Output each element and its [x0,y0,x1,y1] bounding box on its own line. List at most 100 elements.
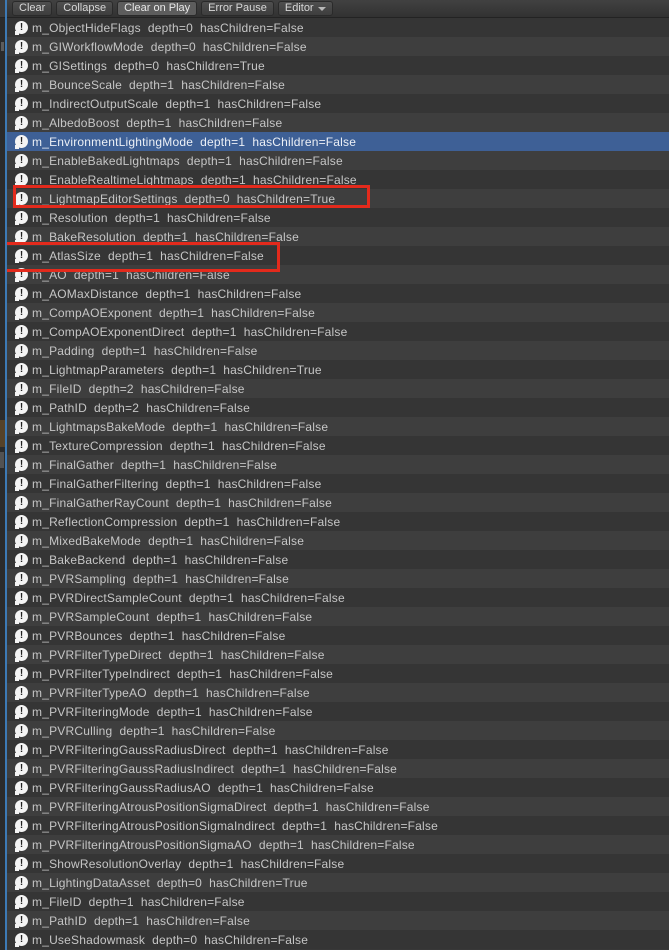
error-pause-toggle[interactable]: Error Pause [201,1,274,16]
log-row-text: m_PVRFilterTypeAO depth=1 hasChildren=Fa… [32,685,310,700]
log-row[interactable]: m_UseShadowmask depth=0 hasChildren=Fals… [7,930,669,949]
log-row-text: m_PVRFilteringAtrousPositionSigmaDirect … [32,799,430,814]
info-log-icon [15,496,28,510]
log-row[interactable]: m_PVRFilteringMode depth=1 hasChildren=F… [7,702,669,721]
log-row[interactable]: m_ReflectionCompression depth=1 hasChild… [7,512,669,531]
info-log-icon [15,382,28,396]
log-row-text: m_TextureCompression depth=1 hasChildren… [32,438,326,453]
clear-button[interactable]: Clear [12,1,53,16]
log-row[interactable]: m_IndirectOutputScale depth=1 hasChildre… [7,94,669,113]
info-log-icon [15,610,28,624]
info-log-icon [15,78,28,92]
log-row[interactable]: m_BounceScale depth=1 hasChildren=False [7,75,669,94]
info-log-icon [15,211,28,225]
info-log-icon [15,458,28,472]
log-row[interactable]: m_PVRFilteringAtrousPositionSigmaIndirec… [7,816,669,835]
log-row[interactable]: m_FileID depth=2 hasChildren=False [7,379,669,398]
log-row[interactable]: m_PVRFilteringGaussRadiusDirect depth=1 … [7,740,669,759]
log-row[interactable]: m_PVRFilteringGaussRadiusIndirect depth=… [7,759,669,778]
log-row[interactable]: m_PVRFilteringGaussRadiusAO depth=1 hasC… [7,778,669,797]
log-row[interactable]: m_EnvironmentLightingMode depth=1 hasChi… [7,132,669,151]
collapse-toggle[interactable]: Collapse [56,1,114,16]
info-log-icon [15,439,28,453]
log-row[interactable]: m_TextureCompression depth=1 hasChildren… [7,436,669,455]
log-row[interactable]: m_ShowResolutionOverlay depth=1 hasChild… [7,854,669,873]
log-row[interactable]: m_ObjectHideFlags depth=0 hasChildren=Fa… [7,18,669,37]
log-row-text: m_FinalGatherRayCount depth=1 hasChildre… [32,495,332,510]
info-log-icon [15,477,28,491]
log-row[interactable]: m_MixedBakeMode depth=1 hasChildren=Fals… [7,531,669,550]
log-row[interactable]: m_CompAOExponent depth=1 hasChildren=Fal… [7,303,669,322]
log-row-text: m_PVRFilteringAtrousPositionSigmaAO dept… [32,837,415,852]
log-row[interactable]: m_PVRFilterTypeAO depth=1 hasChildren=Fa… [7,683,669,702]
log-row-text: m_FinalGatherFiltering depth=1 hasChildr… [32,476,322,491]
log-row[interactable]: m_PVRDirectSampleCount depth=1 hasChildr… [7,588,669,607]
log-row[interactable]: m_EnableBakedLightmaps depth=1 hasChildr… [7,151,669,170]
info-log-icon [15,553,28,567]
log-row[interactable]: m_PVRSampleCount depth=1 hasChildren=Fal… [7,607,669,626]
log-row-text: m_GIWorkflowMode depth=0 hasChildren=Fal… [32,39,307,54]
panel-divider[interactable] [5,0,7,950]
log-row[interactable]: m_PVRCulling depth=1 hasChildren=False [7,721,669,740]
log-row-text: m_ObjectHideFlags depth=0 hasChildren=Fa… [32,20,304,35]
info-log-icon [15,97,28,111]
info-log-icon [15,762,28,776]
info-log-icon [15,743,28,757]
log-row-text: m_ReflectionCompression depth=1 hasChild… [32,514,341,529]
log-row-text: m_PVRFilteringAtrousPositionSigmaIndirec… [32,818,438,833]
info-log-icon [15,287,28,301]
info-log-icon [15,838,28,852]
log-row[interactable]: m_PVRFilterTypeIndirect depth=1 hasChild… [7,664,669,683]
log-row[interactable]: m_FinalGather depth=1 hasChildren=False [7,455,669,474]
log-list[interactable]: m_ObjectHideFlags depth=0 hasChildren=Fa… [7,18,669,949]
log-row[interactable]: m_CompAOExponentDirect depth=1 hasChildr… [7,322,669,341]
log-row-text: m_AOMaxDistance depth=1 hasChildren=Fals… [32,286,302,301]
log-row[interactable]: m_LightmapParameters depth=1 hasChildren… [7,360,669,379]
log-row-text: m_LightmapParameters depth=1 hasChildren… [32,362,322,377]
editor-dropdown[interactable]: Editor [277,1,333,16]
info-log-icon [15,914,28,928]
log-row[interactable]: m_PVRBounces depth=1 hasChildren=False [7,626,669,645]
log-row[interactable]: m_FileID depth=1 hasChildren=False [7,892,669,911]
log-row-text: m_PVRCulling depth=1 hasChildren=False [32,723,276,738]
log-row[interactable]: m_Resolution depth=1 hasChildren=False [7,208,669,227]
log-row-text: m_IndirectOutputScale depth=1 hasChildre… [32,96,322,111]
console-toolbar: Clear Collapse Clear on Play Error Pause… [7,0,669,18]
log-row[interactable]: m_LightingDataAsset depth=0 hasChildren=… [7,873,669,892]
log-row-text: m_EnableBakedLightmaps depth=1 hasChildr… [32,153,343,168]
log-row[interactable]: m_LightmapsBakeMode depth=1 hasChildren=… [7,417,669,436]
info-log-icon [15,933,28,947]
log-row[interactable]: m_FinalGatherRayCount depth=1 hasChildre… [7,493,669,512]
info-log-icon [15,325,28,339]
log-row[interactable]: m_PVRSampling depth=1 hasChildren=False [7,569,669,588]
log-row[interactable]: m_PVRFilteringAtrousPositionSigmaDirect … [7,797,669,816]
clear-on-play-toggle[interactable]: Clear on Play [117,1,198,16]
info-log-icon [15,534,28,548]
log-row-text: m_PVRSampleCount depth=1 hasChildren=Fal… [32,609,313,624]
log-row-text: m_PVRFilteringGaussRadiusAO depth=1 hasC… [32,780,374,795]
log-row[interactable]: m_Padding depth=1 hasChildren=False [7,341,669,360]
annotation-red-box-atlas-size [7,242,280,272]
log-row[interactable]: m_FinalGatherFiltering depth=1 hasChildr… [7,474,669,493]
log-row[interactable]: m_PVRFilterTypeDirect depth=1 hasChildre… [7,645,669,664]
info-log-icon [15,21,28,35]
log-row-text: m_MixedBakeMode depth=1 hasChildren=Fals… [32,533,305,548]
log-row-text: m_PVRFilteringGaussRadiusDirect depth=1 … [32,742,389,757]
log-row[interactable]: m_PathID depth=1 hasChildren=False [7,911,669,930]
log-row-text: m_PVRFilterTypeDirect depth=1 hasChildre… [32,647,325,662]
log-row[interactable]: m_PathID depth=2 hasChildren=False [7,398,669,417]
info-log-icon [15,572,28,586]
info-log-icon [15,591,28,605]
log-row[interactable]: m_PVRFilteringAtrousPositionSigmaAO dept… [7,835,669,854]
log-row[interactable]: m_GIWorkflowMode depth=0 hasChildren=Fal… [7,37,669,56]
log-row-text: m_FileID depth=2 hasChildren=False [32,381,245,396]
info-log-icon [15,40,28,54]
log-row[interactable]: m_GISettings depth=0 hasChildren=True [7,56,669,75]
log-row[interactable]: m_BakeBackend depth=1 hasChildren=False [7,550,669,569]
log-row[interactable]: m_AlbedoBoost depth=1 hasChildren=False [7,113,669,132]
info-log-icon [15,667,28,681]
log-row[interactable]: m_AOMaxDistance depth=1 hasChildren=Fals… [7,284,669,303]
log-row-text: m_Resolution depth=1 hasChildren=False [32,210,271,225]
log-row-text: m_PVRFilteringMode depth=1 hasChildren=F… [32,704,313,719]
info-log-icon [15,401,28,415]
